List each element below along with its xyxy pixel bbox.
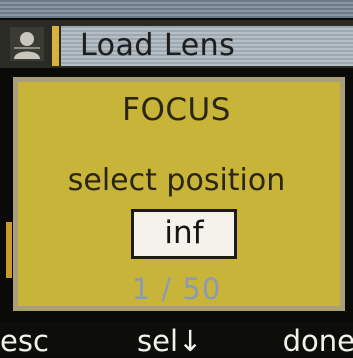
position-counter: 1 / 50 xyxy=(131,272,222,306)
dialog-heading: FOCUS xyxy=(122,92,231,128)
select-softkey[interactable]: sel↓ xyxy=(137,324,202,358)
title-accent-bar xyxy=(52,26,59,66)
camera-screen: Load Lens FOCUS select position inf 1 / … xyxy=(0,0,353,358)
softkey-bar: esc sel↓ done xyxy=(0,322,353,358)
screen-title: Load Lens xyxy=(80,28,236,63)
scroll-indicator xyxy=(6,222,12,278)
title-bar: Load Lens xyxy=(0,20,353,68)
done-softkey[interactable]: done xyxy=(283,324,353,358)
esc-softkey[interactable]: esc xyxy=(0,324,49,358)
dialog-prompt: select position xyxy=(67,163,286,198)
person-icon xyxy=(10,27,44,61)
top-status-strip xyxy=(0,0,353,18)
focus-position-selector[interactable]: inf xyxy=(131,209,237,259)
